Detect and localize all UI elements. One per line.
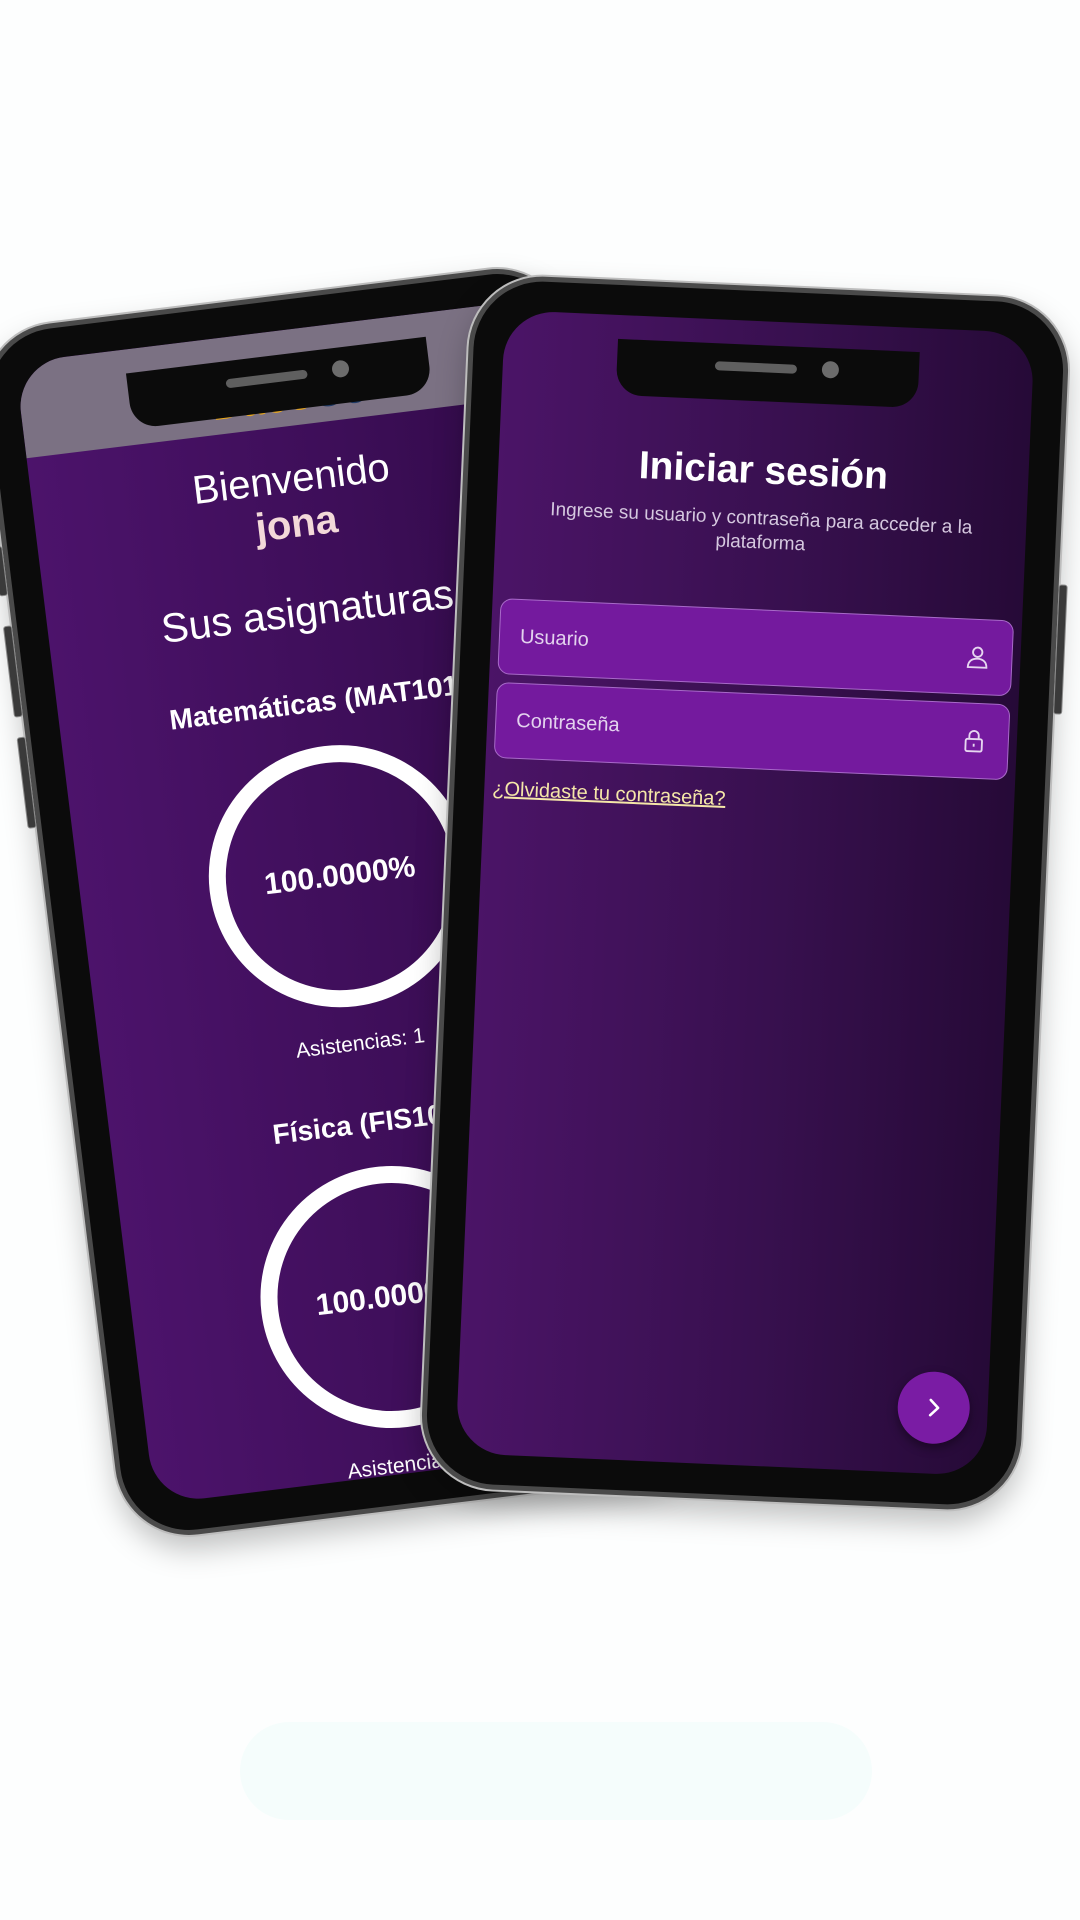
front-camera (821, 360, 840, 379)
user-icon (966, 646, 988, 669)
volume-down-button (16, 736, 37, 829)
lock-icon (964, 729, 983, 753)
mute-switch (0, 545, 9, 597)
password-input[interactable] (515, 709, 895, 749)
front-camera (331, 359, 350, 379)
username-input[interactable] (519, 625, 898, 665)
phone-notch (615, 338, 920, 409)
bottom-shadow-pill (240, 1722, 872, 1820)
volume-up-button (2, 625, 24, 718)
speaker-grille (225, 369, 308, 389)
chevron-right-icon (928, 1398, 940, 1417)
login-screen: Iniciar sesión Ingrese su usuario y cont… (455, 309, 1035, 1477)
forgot-password-link[interactable]: ¿Olvidaste tu contraseña? (492, 778, 726, 811)
power-button (1053, 584, 1068, 715)
password-field[interactable] (493, 681, 1011, 781)
speaker-grille (714, 361, 798, 374)
phone-mockup-login: Iniciar sesión Ingrese su usuario y cont… (418, 273, 1072, 1513)
attendance-percentage: 100.0000% (262, 850, 418, 902)
username-field[interactable] (497, 598, 1015, 697)
login-subtitle: Ingrese su usuario y contraseña para acc… (549, 499, 973, 556)
next-button[interactable] (896, 1370, 972, 1446)
login-title: Iniciar sesión (637, 443, 889, 498)
